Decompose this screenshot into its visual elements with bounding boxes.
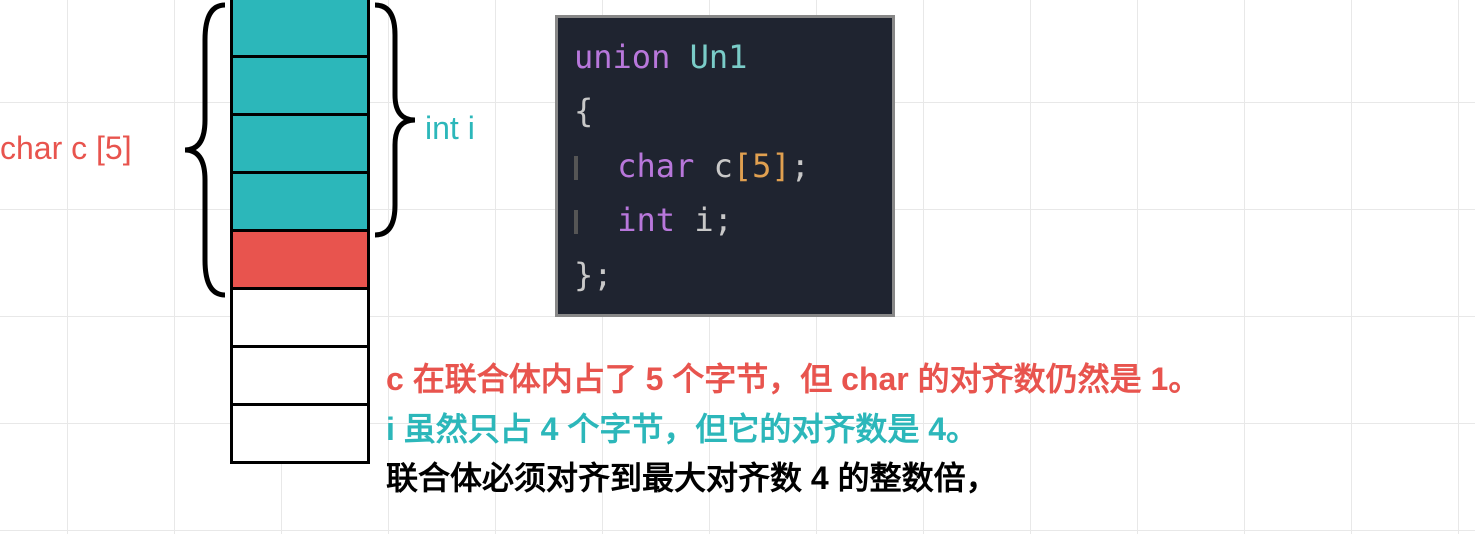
code-number: 5 [752,147,771,185]
code-identifier: c [714,147,733,185]
code-bracket: [ [733,147,752,185]
code-semi: ; [791,147,810,185]
code-bracket: ] [771,147,790,185]
code-semi: ; [593,256,612,294]
label-char-c: char c [5] [0,130,132,167]
memory-cell [230,229,370,290]
memory-cell [230,287,370,348]
code-identifier: i [694,201,713,239]
explain-line-3: 联合体必须对齐到最大对齐数 4 的整数倍， [386,454,1200,504]
code-type: char [617,147,694,185]
code-snippet: union Un1 { char c[5]; int i; }; [555,15,895,317]
code-typename: Un1 [690,38,748,76]
memory-cell [230,345,370,406]
cursor-mark-icon [574,156,578,180]
explain-line-1: c 在联合体内占了 5 个字节，但 char 的对齐数仍然是 1。 [386,355,1200,405]
memory-cell [230,0,370,58]
code-semi: ; [714,201,733,239]
explanation-text: c 在联合体内占了 5 个字节，但 char 的对齐数仍然是 1。 i 虽然只占… [386,355,1200,504]
label-int-i: int i [425,110,475,147]
brace-left-icon [180,0,230,300]
code-brace: } [574,256,593,294]
explain-line-2: i 虽然只占 4 个字节，但它的对齐数是 4。 [386,405,1200,455]
memory-cell [230,55,370,116]
memory-cell [230,403,370,464]
brace-right-icon [370,0,420,240]
memory-stack [230,0,370,464]
cursor-mark-icon [574,210,578,234]
memory-cell [230,171,370,232]
code-brace: { [574,92,593,130]
memory-cell [230,113,370,174]
code-keyword: union [574,38,670,76]
code-type: int [617,201,675,239]
